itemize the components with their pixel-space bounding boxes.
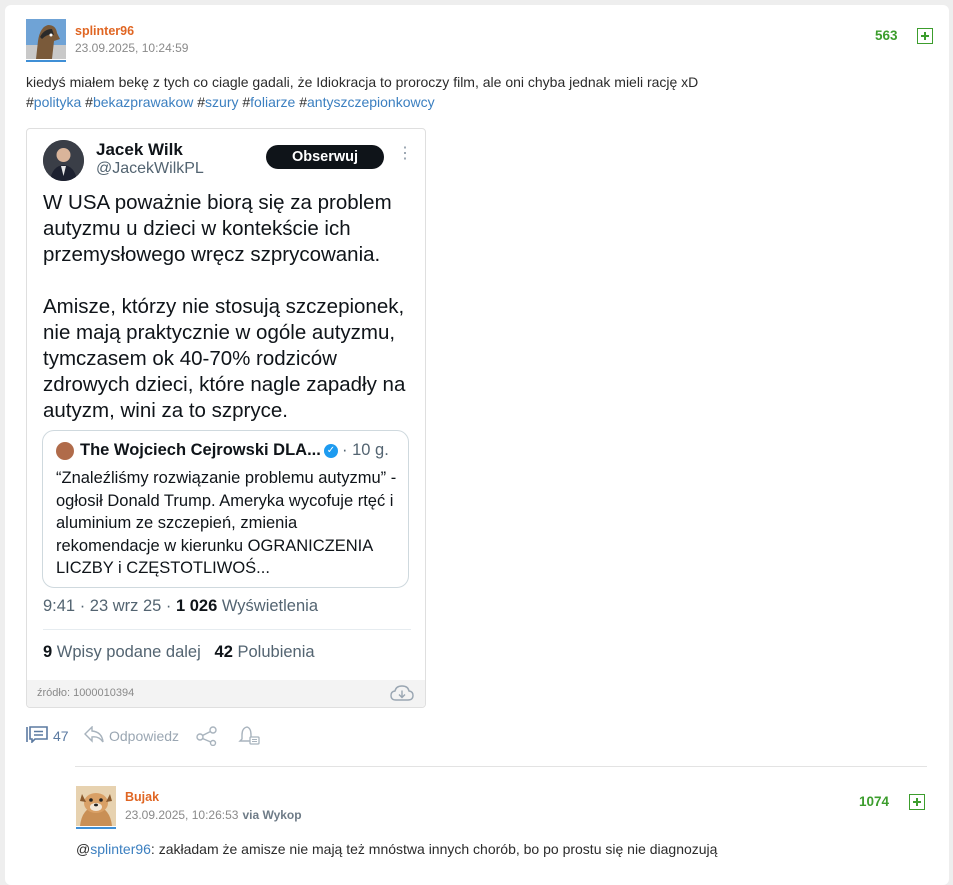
tag-foliarze[interactable]: foliarze bbox=[250, 94, 295, 110]
post-tags: #polityka #bekazprawakow #szury #foliarz… bbox=[26, 94, 435, 110]
post-text: kiedyś miałem bekę z tych co ciagle gada… bbox=[26, 74, 699, 90]
likes-label: Polubienia bbox=[232, 643, 315, 661]
quoted-avatar bbox=[56, 442, 74, 460]
reply-author-username[interactable]: Bujak bbox=[125, 790, 159, 804]
reply-icon[interactable] bbox=[84, 725, 104, 746]
plus-button[interactable] bbox=[917, 28, 933, 44]
embed-footer: źródło: 1000010394 bbox=[27, 680, 425, 707]
mention-link[interactable]: splinter96 bbox=[90, 841, 151, 857]
reply-body: : zakładam że amisze nie mają też mnóstw… bbox=[150, 841, 718, 857]
tweet-avatar bbox=[43, 140, 84, 181]
tag-antyszczepionkowcy[interactable]: antyszczepionkowcy bbox=[307, 94, 435, 110]
tweet-stats: 9 Wpisy podane dalej 42 Polubienia bbox=[43, 643, 315, 662]
tag-szury[interactable]: szury bbox=[205, 94, 238, 110]
verified-icon: ✓ bbox=[324, 444, 338, 458]
share-icon[interactable] bbox=[196, 726, 218, 749]
bell-icon[interactable] bbox=[238, 725, 260, 750]
reply-vote-count: 1074 bbox=[859, 794, 890, 809]
views-count: 1 026 bbox=[175, 597, 218, 615]
tweet-author-name: Jacek Wilk bbox=[96, 140, 183, 159]
reply-text: @splinter96: zakładam że amisze nie mają… bbox=[76, 841, 718, 857]
likes-count: 42 bbox=[214, 643, 233, 661]
tag-bekazprawakow[interactable]: bekazprawakow bbox=[93, 94, 193, 110]
reply-button[interactable]: Odpowiedz bbox=[109, 728, 179, 744]
follow-button: Obserwuj bbox=[266, 145, 384, 169]
author-avatar[interactable] bbox=[26, 19, 66, 59]
comment-count[interactable]: 47 bbox=[53, 728, 69, 744]
reply-avatar-underline bbox=[76, 827, 116, 829]
post-timestamp[interactable]: 23.09.2025, 10:24:59 bbox=[75, 41, 188, 55]
quoted-author-name: The Wojciech Cejrowski DLA... bbox=[80, 441, 321, 459]
tweet-text: W USA poważnie biorą się za problem auty… bbox=[43, 191, 406, 422]
views-label: Wyświetlenia bbox=[217, 597, 318, 615]
quoted-time: · 10 g. bbox=[342, 441, 389, 459]
source-label: źródło: 1000010394 bbox=[37, 687, 135, 699]
tag-polityka[interactable]: polityka bbox=[34, 94, 81, 110]
author-username[interactable]: splinter96 bbox=[75, 24, 134, 38]
vote-count: 563 bbox=[875, 28, 898, 43]
download-icon[interactable] bbox=[390, 685, 414, 707]
comments-icon[interactable] bbox=[26, 726, 48, 746]
reposts-label: Wpisy podane dalej bbox=[52, 643, 201, 661]
tweet-time: 9:41 · 23 wrz 25 · bbox=[43, 597, 176, 615]
reply-author-avatar[interactable] bbox=[76, 786, 116, 826]
avatar-underline bbox=[26, 60, 66, 62]
more-icon: ⋮ bbox=[397, 145, 413, 162]
reply-via: via Wykop bbox=[242, 808, 302, 822]
tweet-meta: 9:41 · 23 wrz 25 · 1 026 Wyświetlenia bbox=[43, 597, 318, 616]
reply-timestamp: 23.09.2025, 10:26:53 via Wykop bbox=[125, 808, 302, 822]
tweet-divider bbox=[43, 629, 411, 630]
quoted-tweet: The Wojciech Cejrowski DLA... ✓ · 10 g. … bbox=[42, 430, 409, 588]
tweet-author-handle: @JacekWilkPL bbox=[96, 160, 204, 177]
quoted-text: “Znaleźliśmy rozwiązanie problemu autyzm… bbox=[56, 469, 397, 577]
reposts-count: 9 bbox=[43, 643, 53, 661]
reply-plus-button[interactable] bbox=[909, 794, 925, 810]
post-card: splinter96 23.09.2025, 10:24:59 563 kied… bbox=[5, 5, 949, 885]
comment-divider bbox=[75, 766, 927, 767]
reply-date[interactable]: 23.09.2025, 10:26:53 bbox=[125, 808, 238, 822]
embedded-image[interactable]: Jacek Wilk @JacekWilkPL Obserwuj ⋮ W USA… bbox=[26, 128, 426, 708]
